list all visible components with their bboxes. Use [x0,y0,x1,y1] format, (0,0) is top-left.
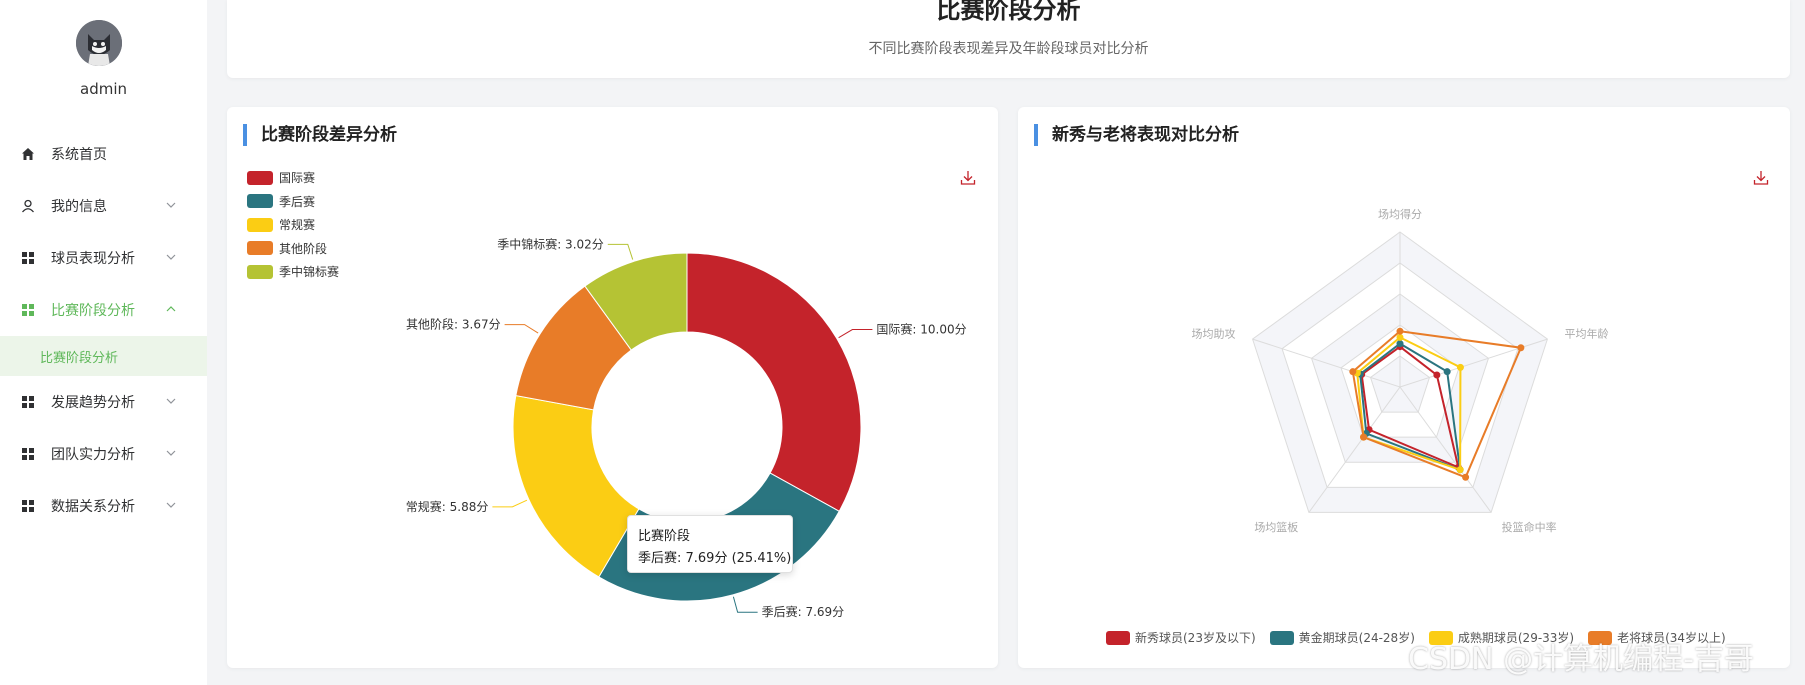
radar-chart: 场均得分平均年龄投篮命中率 场均篮板 场均助攻 [1191,207,1609,534]
slice-label: 季中锦标赛: 3.02分 [497,236,604,251]
slice-label: 国际赛: 10.00分 [876,322,966,337]
chevron-up-icon [166,306,176,312]
label-leader-line [504,324,539,334]
chevron-down-icon [166,254,176,260]
rookie-veteran-panel: 新秀与老将表现对比分析 场均得分 平均年龄 投篮命中率 场均篮板 场均助攻 新秀球员(2… [1018,107,1790,668]
radar-point [1396,327,1404,335]
radar-point [1360,433,1368,441]
legend-label: 黄金期球员(24-28岁) [1298,631,1415,645]
match-stage-panel: 比赛阶段差异分析 国际赛 季后赛 常规赛 其他阶段 季中锦标赛 国际赛: 10.00分季… [227,107,998,668]
page-title: 比赛阶段分析 [936,0,1081,24]
slice-label: 其他阶段: 3.67分 [406,317,501,332]
home-icon [22,148,34,160]
label-leader-line [732,596,758,613]
sidebar-menu: 系统首页 我的信息 球员表现分析 比赛阶段分析 比赛阶段分析 发展趋势分析 团队… [0,128,207,532]
label-leader-line [838,329,873,339]
sidebar-item-data-relationship[interactable]: 数据关系分析 [0,480,207,532]
radar-indicator-label: 场均助攻 [1191,327,1235,341]
radar-point [1433,371,1441,379]
page-header-card: 比赛阶段分析 不同比赛阶段表现差异及年龄段球员对比分析 [227,0,1790,78]
username: admin [80,80,127,98]
sidebar-item-my-info[interactable]: 我的信息 [0,180,207,232]
sidebar-item-home[interactable]: 系统首页 [0,128,207,180]
radar-point [1462,473,1470,481]
sidebar-item-label: 团队实力分析 [51,447,135,463]
sidebar-item-development-trend[interactable]: 发展趋势分析 [0,376,207,428]
radar-point [1456,363,1464,371]
legend-item[interactable]: 黄金期球员(24-28岁) [1269,629,1415,646]
chevron-down-icon [166,202,176,208]
submenu-item-match-stage-analysis[interactable]: 比赛阶段分析 [0,336,207,376]
radar-point [1443,368,1451,376]
radar-indicator-label: 场均篮板 [1254,520,1298,534]
chart-tooltip: 比赛阶段 季后赛: 7.69分 (25.41%) [627,515,793,573]
avatar[interactable] [76,20,122,66]
sidebar: admin 系统首页 我的信息 球员表现分析 比赛阶段分析 比赛阶段分析 发展趋… [0,0,207,685]
radar-point [1517,344,1525,352]
grid-icon [22,396,34,408]
grid-icon [22,252,34,264]
sidebar-item-match-stage[interactable]: 比赛阶段分析 [0,284,207,336]
slice-label: 季后赛: 7.69分 [762,604,845,619]
chevron-down-icon [166,450,176,456]
page-subtitle: 不同比赛阶段表现差异及年龄段球员对比分析 [868,41,1149,57]
label-leader-line [492,499,528,508]
donut-chart: 国际赛: 10.00分季后赛: 7.69分 常规赛: 5.88分其他阶段: 3.6… [406,236,967,619]
user-icon [22,199,34,213]
grid-icon [22,448,34,460]
cat-avatar-icon [76,20,122,66]
slice-label: 常规赛: 5.88分 [406,499,489,514]
sidebar-item-label: 发展趋势分析 [51,395,135,411]
tooltip-title: 比赛阶段 [638,529,691,544]
radar-indicator-label: 平均年龄 [1565,327,1609,341]
grid-icon [22,304,34,316]
sidebar-item-label: 数据关系分析 [51,499,135,515]
sidebar-item-label: 比赛阶段分析 [51,303,135,319]
tooltip-body: 季后赛: 7.69分 (25.41%) [638,551,792,566]
chevron-down-icon [166,502,176,508]
sidebar-item-label: 球员表现分析 [51,251,135,267]
donut-slice[interactable] [686,252,862,512]
sidebar-item-label: 我的信息 [51,199,107,215]
sidebar-item-label: 系统首页 [51,147,107,163]
legend-item[interactable]: 新秀球员(23岁及以下) [1106,629,1256,646]
legend-swatch [1269,630,1294,645]
sidebar-item-team-strength[interactable]: 团队实力分析 [0,428,207,480]
label-leader-line [607,243,634,260]
watermark: CSDN @计算机编程-吉哥 [1408,642,1754,677]
chevron-down-icon [166,398,176,404]
grid-icon [22,500,34,512]
sidebar-item-player-performance[interactable]: 球员表现分析 [0,232,207,284]
legend-label: 新秀球员(23岁及以下) [1135,631,1256,645]
radar-indicator-label: 场均得分 [1378,207,1422,221]
legend-swatch [1106,630,1130,645]
radar-point [1456,466,1464,474]
radar-point [1396,340,1404,348]
radar-point [1396,333,1404,341]
radar-indicator-label: 投篮命中率 [1502,520,1557,534]
radar-point [1349,368,1357,376]
